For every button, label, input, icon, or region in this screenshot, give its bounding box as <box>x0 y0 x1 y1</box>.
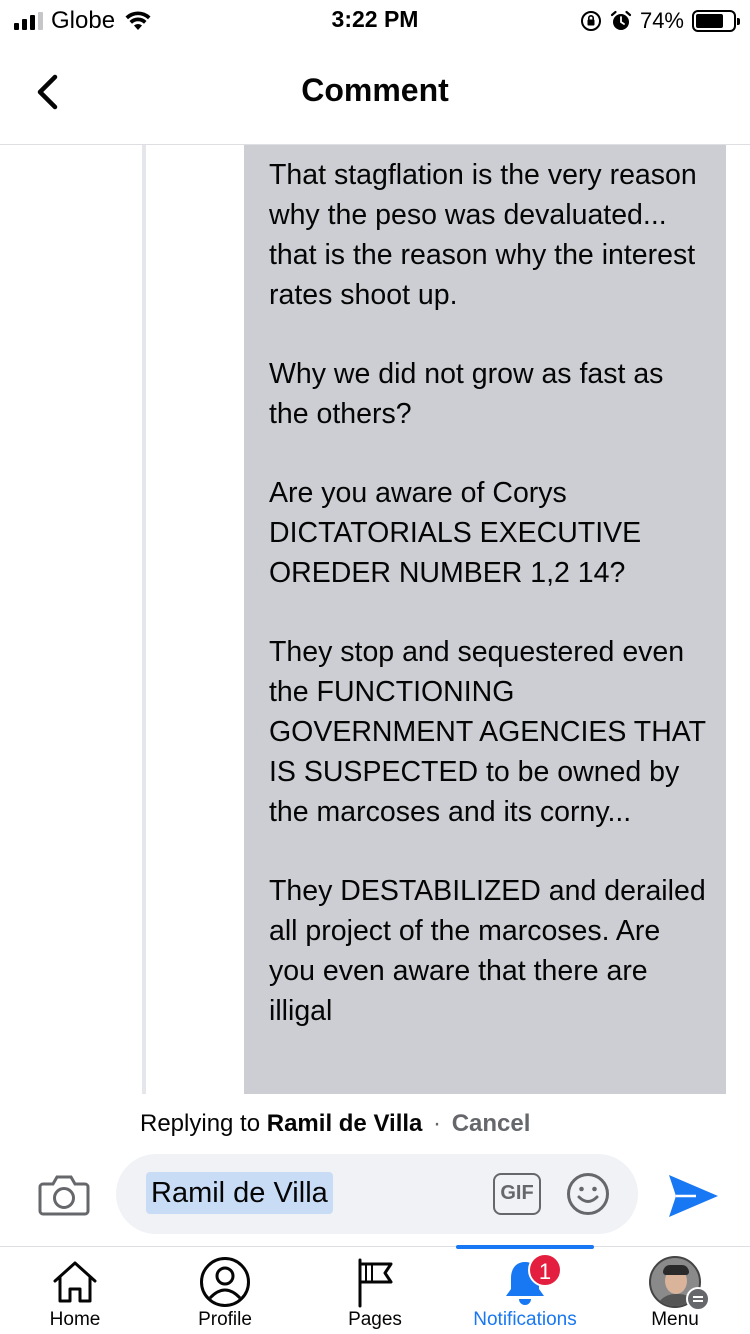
comment-thread[interactable]: That stagflation is the very reason why … <box>0 145 750 1094</box>
emoji-button[interactable] <box>566 1172 610 1216</box>
comment-paragraph: Are you aware of Corys DICTATORIALS EXEC… <box>269 477 642 589</box>
alarm-icon <box>610 10 632 30</box>
notification-badge: 1 <box>528 1253 562 1287</box>
gif-button[interactable]: GIF <box>493 1173 541 1215</box>
send-button[interactable] <box>666 1172 720 1220</box>
replying-to-name[interactable]: Ramil de Villa <box>267 1110 423 1137</box>
page-title: Comment <box>301 72 449 108</box>
menu-hamburger-icon <box>686 1287 710 1311</box>
tab-label: Menu <box>651 1309 699 1330</box>
separator-dot: · <box>433 1110 442 1137</box>
mention-tag[interactable]: Ramil de Villa <box>146 1172 333 1214</box>
home-icon <box>48 1255 102 1309</box>
reply-bar: Replying to Ramil de Villa · Cancel Rami… <box>0 1094 750 1246</box>
tab-profile[interactable]: Profile <box>150 1247 300 1334</box>
comment-paragraph: Why we did not grow as fast as the other… <box>269 358 664 430</box>
flag-icon <box>348 1255 402 1309</box>
tab-bar: Home Profile Pages 1 Notifications Menu <box>0 1245 750 1334</box>
orientation-lock-icon <box>580 11 601 31</box>
profile-icon <box>198 1255 252 1309</box>
replying-to-info: Replying to Ramil de Villa · Cancel <box>140 1110 530 1138</box>
comment-bubble[interactable]: That stagflation is the very reason why … <box>244 145 726 1094</box>
header: Comment <box>0 40 750 145</box>
tab-home[interactable]: Home <box>0 1247 150 1334</box>
comment-paragraph: They stop and sequestered even the FUNCT… <box>269 636 706 828</box>
battery-icon <box>692 10 740 32</box>
camera-icon <box>38 1175 90 1216</box>
tab-label: Pages <box>348 1309 402 1330</box>
send-icon <box>669 1175 718 1217</box>
comment-paragraph: That stagflation is the very reason why … <box>269 159 697 311</box>
emoji-icon <box>567 1173 609 1215</box>
tab-label: Home <box>49 1309 101 1330</box>
tab-label: Profile <box>198 1309 252 1330</box>
cancel-reply-button[interactable]: Cancel <box>452 1110 531 1137</box>
tab-pages[interactable]: Pages <box>300 1247 450 1334</box>
comment-paragraph: They DESTABILIZED and derailed all proje… <box>269 875 706 1027</box>
camera-button[interactable] <box>38 1170 90 1218</box>
replying-to-label: Replying to <box>140 1110 261 1137</box>
tab-label: Notifications <box>473 1309 577 1330</box>
tab-notifications[interactable]: 1 Notifications <box>450 1247 600 1334</box>
battery-percent: 74% <box>639 8 684 33</box>
thread-line <box>142 145 146 1094</box>
status-right: 74% <box>580 8 740 34</box>
status-bar: Globe 3:22 PM 74% <box>0 0 750 40</box>
comment-input[interactable]: Ramil de Villa GIF <box>116 1154 638 1234</box>
tab-menu[interactable]: Menu <box>600 1247 750 1334</box>
